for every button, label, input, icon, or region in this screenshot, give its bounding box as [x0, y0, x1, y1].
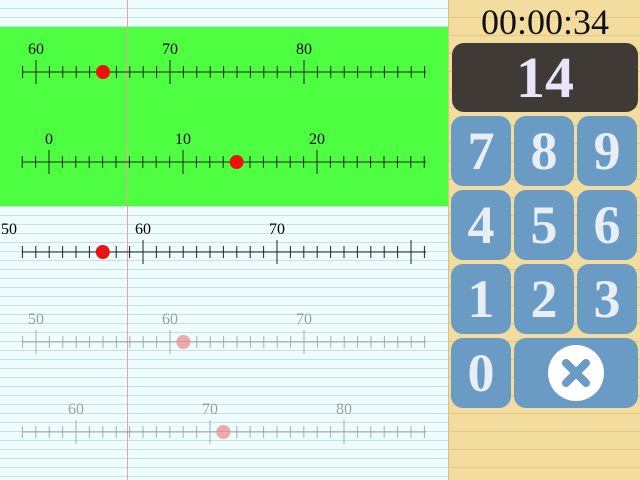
key-5[interactable]: 5	[514, 190, 574, 260]
key-2[interactable]: 2	[514, 264, 574, 334]
tick-label: 0	[45, 131, 53, 148]
number-line-svg	[22, 60, 426, 84]
key-4[interactable]: 4	[451, 190, 511, 260]
number-line-svg	[21, 150, 426, 174]
tick-label: 60	[68, 401, 84, 418]
tick-label: 60	[135, 221, 151, 238]
number-line-4: 50 60 70	[0, 305, 448, 365]
number-line-5: 60 70 80	[0, 395, 448, 455]
tick-label: 10	[175, 131, 191, 148]
tick-label: 60	[28, 41, 44, 58]
number-line-svg	[21, 240, 426, 264]
tick-label: 80	[336, 401, 352, 418]
key-6[interactable]: 6	[577, 190, 637, 260]
marker-dot	[95, 245, 110, 259]
marker-dot	[96, 65, 110, 79]
marker-dot	[176, 335, 191, 349]
side-panel: 00:00:34 14 7 8 9 4 5 6 1 2 3 0	[448, 0, 640, 480]
tick-label: 70	[202, 401, 218, 418]
answer-display: 14	[452, 43, 638, 112]
tick-label: 70	[162, 41, 178, 58]
tick-label: 70	[269, 221, 285, 238]
tick-label: 20	[309, 131, 325, 148]
tick-label: 80	[296, 41, 312, 58]
marker-dot	[229, 155, 244, 169]
key-0[interactable]: 0	[451, 338, 511, 408]
marker-dot	[216, 425, 231, 439]
clear-x-icon	[548, 345, 604, 401]
key-1[interactable]: 1	[451, 264, 511, 334]
tick-label: 70	[296, 311, 312, 328]
tick-label: 50	[1, 221, 17, 238]
key-3[interactable]: 3	[577, 264, 637, 334]
number-line-2: 0 10 20	[0, 125, 448, 185]
tick-label: 60	[162, 311, 178, 328]
number-line-3: 50 60 70	[0, 215, 448, 275]
notebook-area: 60 70 80 0 10 20 50 60 70 50 60 70 60 70 80	[0, 0, 448, 480]
key-7[interactable]: 7	[451, 116, 511, 186]
key-8[interactable]: 8	[514, 116, 574, 186]
key-9[interactable]: 9	[577, 116, 637, 186]
timer: 00:00:34	[480, 2, 609, 42]
answer-value: 14	[516, 44, 574, 110]
tick-label: 50	[28, 311, 44, 328]
number-line-1: 60 70 80	[0, 35, 448, 95]
clear-button[interactable]	[514, 338, 638, 408]
number-line-svg	[22, 330, 426, 354]
